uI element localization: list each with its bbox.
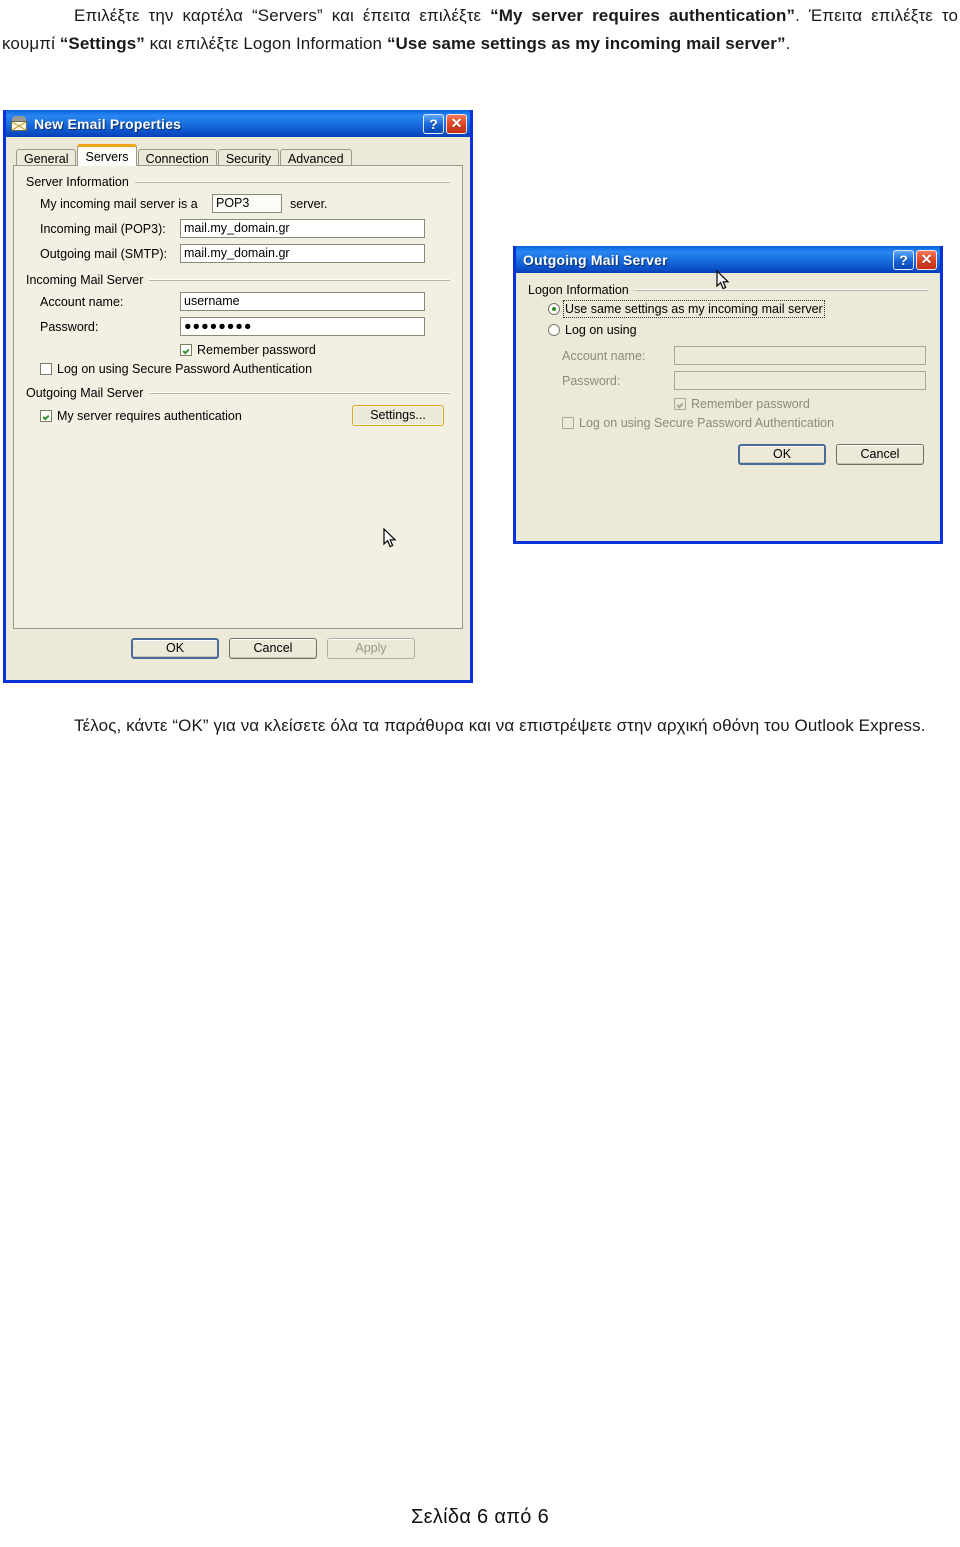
dialog1-tabstrip: General Servers Connection Security Adva… [13,144,463,168]
new-email-properties-dialog: New Email Properties ? ✕ General Servers… [3,110,473,683]
radio-icon [548,303,560,315]
outgoing-mail-server-group-label: Outgoing Mail Server [26,386,144,400]
ok-button[interactable]: OK [131,638,219,659]
checkbox-icon [40,363,52,375]
spa-label: Log on using Secure Password Authenticat… [579,416,835,430]
incoming-mail-server-group-title: Incoming Mail Server [26,273,450,287]
checkbox-icon [562,417,574,429]
outgoing-mail-label: Outgoing mail (SMTP): [40,246,168,261]
server-type-row: My incoming mail server is a POP3 server… [26,194,450,213]
account-name-input [674,346,926,365]
cancel-button[interactable]: Cancel [229,638,317,659]
tab-servers[interactable]: Servers [77,144,137,166]
group-rule [149,279,450,281]
mail-properties-icon [11,116,28,131]
dialog2-title-bar[interactable]: Outgoing Mail Server ? ✕ [516,246,940,273]
dialog2-account-name-row: Account name: [528,346,928,365]
remember-password-checkbox[interactable]: Remember password [26,343,450,357]
dialog1-body: General Servers Connection Security Adva… [6,137,470,667]
remember-password-label: Remember password [197,343,316,357]
use-same-settings-label: Use same settings as my incoming mail se… [563,300,825,318]
settings-button[interactable]: Settings... [352,405,444,426]
incoming-mail-row: Incoming mail (POP3): mail.my_domain.gr [26,219,450,238]
spa-checkbox[interactable]: Log on using Secure Password Authenticat… [26,362,450,376]
requires-auth-checkbox[interactable]: My server requires authentication [40,409,242,423]
apply-button: Apply [327,638,415,659]
account-name-row: Account name: username [26,292,450,311]
password-input[interactable]: ●●●●●●●● [180,317,425,336]
instruction-paragraph-top-text: Επιλέξτε την καρτέλα “Servers” και έπειτ… [2,6,959,53]
group-rule [134,181,450,183]
instruction-paragraph-bottom: Τέλος, κάντε “OK” για να κλείσετε όλα τα… [2,712,958,740]
incoming-mail-server-group-label: Incoming Mail Server [26,273,144,287]
account-name-label: Account name: [40,294,124,309]
logon-information-group-label: Logon Information [528,283,629,297]
account-name-label: Account name: [562,348,646,363]
server-information-group-title: Server Information [26,175,450,189]
outgoing-mail-server-dialog: Outgoing Mail Server ? ✕ Logon Informati… [513,246,943,544]
servers-tab-panel: Server Information My incoming mail serv… [13,165,463,629]
dialog2-remember-password-checkbox: Remember password [528,397,928,411]
server-type-value[interactable]: POP3 [212,194,282,213]
outgoing-mail-server-group-title: Outgoing Mail Server [26,386,450,400]
checkbox-icon [40,409,52,422]
dialog2-body: Logon Information Use same settings as m… [516,273,940,477]
group-rule [634,289,928,291]
spa-label: Log on using Secure Password Authenticat… [57,362,313,376]
outgoing-mail-server-group: Outgoing Mail Server My server requires … [26,386,450,426]
incoming-mail-server-group: Incoming Mail Server Account name: usern… [26,273,450,376]
account-name-input[interactable]: username [180,292,425,311]
password-input [674,371,926,390]
page-number-footer: Σελίδα 6 από 6 [410,1506,550,1528]
dialog1-title-bar[interactable]: New Email Properties ? ✕ [6,110,470,137]
logon-information-group-title: Logon Information [528,283,928,297]
close-icon[interactable]: ✕ [446,113,467,134]
dialog2-spa-checkbox: Log on using Secure Password Authenticat… [528,416,928,430]
dialog2-title: Outgoing Mail Server [523,251,668,268]
instruction-paragraph-top: Επιλέξτε την καρτέλα “Servers” και έπειτ… [2,2,958,57]
requires-auth-label: My server requires authentication [57,408,242,423]
radio-use-same-settings[interactable]: Use same settings as my incoming mail se… [528,300,928,318]
outgoing-mail-row: Outgoing mail (SMTP): mail.my_domain.gr [26,244,450,263]
dialog1-title: New Email Properties [34,115,182,132]
radio-icon [548,324,560,336]
outgoing-mail-input[interactable]: mail.my_domain.gr [180,244,425,263]
ok-button[interactable]: OK [738,444,826,465]
checkbox-icon [674,398,686,410]
incoming-mail-label: Incoming mail (POP3): [40,221,166,236]
radio-log-on-using[interactable]: Log on using [528,323,928,337]
checkbox-icon [180,344,192,356]
logon-information-group: Logon Information Use same settings as m… [528,283,928,430]
server-type-label: My incoming mail server is a [40,196,198,211]
server-information-group: Server Information My incoming mail serv… [26,175,450,263]
server-information-group-label: Server Information [26,175,129,189]
log-on-using-label: Log on using [565,323,637,337]
server-type-suffix: server. [290,196,328,211]
help-icon[interactable]: ? [423,113,444,134]
password-label: Password: [562,373,621,388]
incoming-mail-input[interactable]: mail.my_domain.gr [180,219,425,238]
help-icon[interactable]: ? [893,249,914,270]
cancel-button[interactable]: Cancel [836,444,924,465]
remember-password-label: Remember password [691,397,810,411]
password-label: Password: [40,319,99,334]
group-rule [149,392,450,394]
instruction-paragraph-bottom-text: Τέλος, κάντε “OK” για να κλείσετε όλα τα… [74,716,926,735]
close-icon[interactable]: ✕ [916,249,937,270]
dialog2-footer: OK Cancel [528,444,928,465]
password-row: Password: ●●●●●●●● [26,317,450,336]
dialog2-password-row: Password: [528,371,928,390]
requires-auth-row: My server requires authentication Settin… [26,405,450,426]
dialog1-footer: OK Cancel Apply [13,638,463,659]
